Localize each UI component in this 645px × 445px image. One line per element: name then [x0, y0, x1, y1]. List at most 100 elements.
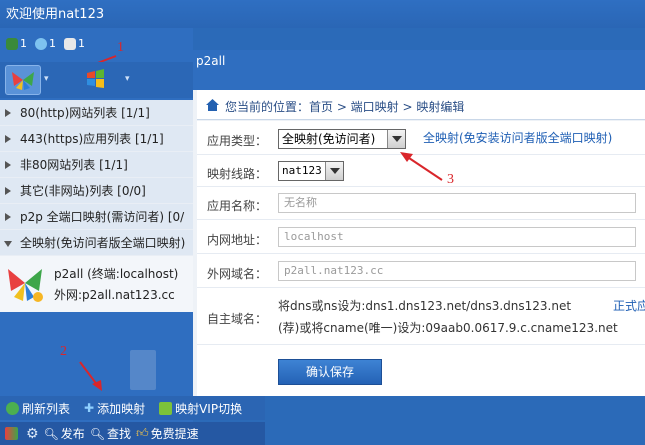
bag-icon — [64, 38, 76, 50]
breadcrumb-bar: 您当前的位置：首页 > 端口映射 > 映射编辑 — [197, 90, 645, 120]
wan-value: p2all.nat123.cc — [284, 264, 384, 277]
menu-item-label: 非80网站列表 [1/1] — [20, 158, 128, 172]
domain-label: 自主域名： — [207, 312, 268, 326]
tab-mapping[interactable] — [5, 65, 41, 95]
name-input[interactable]: 无名称 — [278, 193, 636, 213]
butterfly-icon — [12, 72, 34, 90]
dns-official-link[interactable]: 正式应 — [613, 297, 645, 314]
menu-item-label: p2p 全端口映射(需访问者) [0/ — [20, 210, 185, 224]
leaf-icon — [6, 38, 18, 50]
vip-icon — [159, 401, 173, 415]
menu-item-label: 80(http)网站列表 [1/1] — [20, 106, 150, 120]
find-label: 查找 — [107, 427, 132, 441]
title-bar: 欢迎使用nat123 — [0, 0, 645, 28]
dialog-title: p2all — [196, 54, 226, 68]
entry-name: p2all (终端:localhost) — [54, 267, 179, 281]
search-icon: 🔍︎ — [89, 426, 106, 441]
type-value: 全映射(免访问者) — [282, 132, 376, 146]
annotation-arrow-3 — [400, 152, 443, 181]
annotation-3: 3 — [447, 172, 454, 187]
settings-button[interactable]: ⚙ — [26, 426, 39, 442]
menu-item-other[interactable]: 其它(非网站)列表 [0/0] — [0, 178, 193, 204]
gear-icon: ⚙ — [26, 425, 39, 442]
entry-domain: 外网:p2all.nat123.cc — [54, 288, 175, 302]
find-button[interactable]: 🔍︎ 查找 — [90, 425, 131, 442]
save-button[interactable]: 确认保存 — [278, 359, 382, 385]
expand-icon — [5, 187, 11, 195]
add-mapping-button[interactable]: ✚ 添加映射 — [84, 400, 145, 417]
vip-switch-button[interactable]: 映射VIP切换 — [159, 400, 242, 417]
toolbar-secondary: ⚙ 🔍︎ 发布 🔍︎ 查找 👍︎ 免费提速 — [0, 422, 265, 445]
dns-line-1: 将dns或ns设为:dns1.dns123.net/dns3.dns123.ne… — [278, 299, 572, 313]
breadcrumb: 您当前的位置：首页 > 端口映射 > 映射编辑 — [225, 100, 465, 114]
collapse-icon — [4, 241, 12, 247]
thumb-icon: 👍︎ — [136, 426, 149, 440]
status-count-a: 1 — [20, 37, 27, 50]
type-select[interactable]: 全映射(免访问者) — [278, 129, 406, 149]
vip-label: 映射VIP切换 — [175, 401, 243, 416]
chevron-down-icon[interactable]: ▾ — [125, 74, 130, 84]
search-icon: 🔍︎ — [43, 426, 59, 441]
row-custom-domain: 自主域名： 将dns或ns设为:dns1.dns123.net/dns3.dns… — [197, 288, 645, 345]
windows-logo-icon — [87, 69, 104, 88]
lan-input[interactable]: localhost — [278, 227, 636, 247]
mapping-entry[interactable]: p2all (终端:localhost) 外网:p2all.nat123.cc — [0, 256, 193, 312]
type-help-link[interactable]: 全映射(免安装访问者版全端口映射) — [423, 129, 612, 146]
menu-item-label: 全映射(免访问者版全端口映射) — [20, 236, 186, 250]
line-select[interactable]: nat123 — [278, 161, 344, 181]
lan-label: 内网地址： — [207, 233, 268, 247]
publish-button[interactable]: 🔍︎ 发布 — [44, 425, 85, 442]
menu-item-fullmap[interactable]: 全映射(免访问者版全端口映射) — [0, 230, 193, 256]
type-label: 应用类型： — [207, 134, 268, 148]
status-row: 1 1 1 — [6, 37, 85, 50]
wan-label: 外网域名： — [207, 267, 268, 281]
dropdown-arrow-icon — [325, 162, 343, 180]
status-count-b: 1 — [49, 37, 56, 50]
row-name: 应用名称： 无名称 — [197, 187, 645, 220]
menu-item-label: 443(https)应用列表 [1/1] — [20, 132, 164, 146]
tab-bar: ▾ ▾ — [0, 62, 193, 98]
status-count-c: 1 — [78, 37, 85, 50]
chevron-down-icon[interactable]: ▾ — [44, 74, 49, 84]
name-placeholder: 无名称 — [284, 196, 317, 209]
expand-icon — [5, 161, 11, 169]
refresh-list-button[interactable]: 刷新列表 — [6, 400, 70, 417]
menu-item-non80[interactable]: 非80网站列表 [1/1] — [0, 152, 193, 178]
toolbar-actions: 刷新列表 ✚ 添加映射 映射VIP切换 — [0, 396, 265, 420]
expand-icon — [5, 213, 11, 221]
add-label: 添加映射 — [97, 401, 146, 416]
menu-item-https[interactable]: 443(https)应用列表 [1/1] — [0, 126, 193, 152]
butterfly-icon — [5, 427, 18, 440]
dropdown-arrow-icon — [387, 130, 405, 148]
wan-input[interactable]: p2all.nat123.cc — [278, 261, 636, 281]
refresh-label: 刷新列表 — [22, 401, 71, 416]
tab-windows[interactable] — [78, 65, 114, 95]
door-icon — [130, 350, 156, 390]
speedup-button[interactable]: 👍︎ 免费提速 — [136, 425, 199, 442]
bubble-icon — [35, 38, 47, 50]
edit-mapping-dialog: p2all 您当前的位置：首页 > 端口映射 > 映射编辑 应用类型： 全映射(… — [193, 50, 645, 396]
speedup-label: 免费提速 — [150, 427, 199, 441]
menu-item-http[interactable]: 80(http)网站列表 [1/1] — [0, 100, 193, 126]
expand-icon — [5, 135, 11, 143]
publish-label: 发布 — [60, 427, 85, 441]
row-lan: 内网地址： localhost — [197, 220, 645, 254]
home-icon — [206, 99, 219, 111]
plus-icon: ✚ — [84, 401, 95, 415]
row-wan: 外网域名： p2all.nat123.cc — [197, 254, 645, 288]
menu-item-label: 其它(非网站)列表 [0/0] — [20, 184, 146, 198]
logo-button[interactable] — [5, 427, 21, 440]
name-label: 应用名称： — [207, 199, 268, 213]
expand-icon — [5, 109, 11, 117]
app-title: 欢迎使用nat123 — [6, 7, 105, 22]
line-label: 映射线路： — [207, 167, 268, 181]
menu-item-p2p[interactable]: p2p 全端口映射(需访问者) [0/ — [0, 204, 193, 230]
dialog-header: p2all — [193, 50, 645, 90]
line-value: nat123 — [282, 164, 322, 177]
dns-line-2: (荐)或将cname(唯一)设为:09aab0.0617.9.c.cname12… — [278, 321, 618, 335]
refresh-icon — [6, 401, 19, 415]
annotation-arrow-2 — [79, 361, 102, 391]
lan-value: localhost — [284, 230, 344, 243]
annotation-2: 2 — [60, 344, 67, 359]
butterfly-icon — [8, 269, 43, 302]
